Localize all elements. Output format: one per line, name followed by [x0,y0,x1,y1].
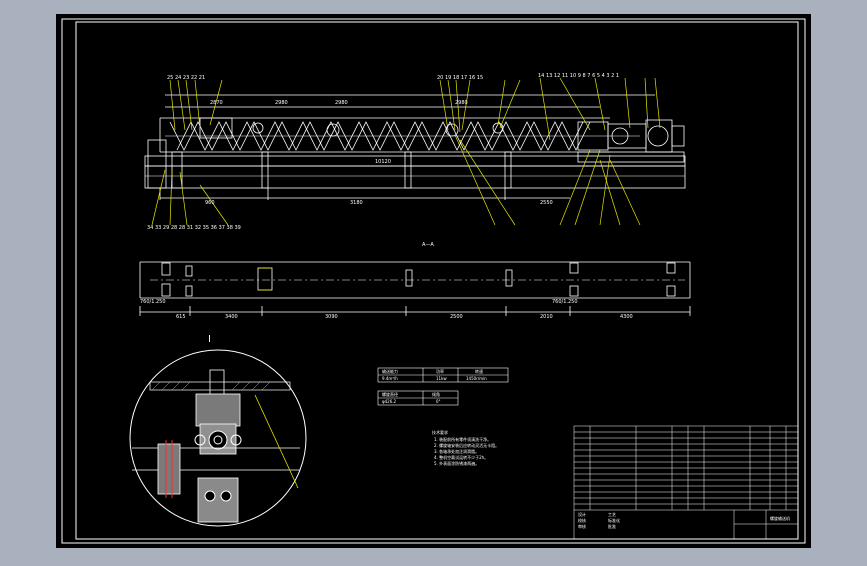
spec2-h2: 倾角 [432,391,440,397]
part-numbers-right: 14 13 12 11 10 9 8 7 6 5 4 3 2 1 [538,73,619,79]
assembly-drawing: 25 24 23 22 21 20 19 18 17 16 15 14 13 1… [56,14,811,548]
dim-bottom-3: 2550 [540,200,553,206]
tb-label-6: 批准 [608,523,616,529]
dim-bottom-2: 3180 [350,200,363,206]
dim-top-1: 2870 [210,100,223,106]
dim-bottom-1: 960 [205,200,215,206]
section-label: I [208,334,211,345]
drawing-name: 螺旋输送机 [770,515,790,521]
note-1: 1. 装配前所有零件须清洗干净。 [434,436,491,442]
spec-h2: 功率 [436,368,444,374]
note-4: 4. 整机空载试运转不少于2h。 [434,454,488,460]
plan-dim-5: 2010 [540,314,553,320]
spec-v1: 9.4m³/h [382,376,398,381]
overall-length: 10120 [375,159,391,165]
note-5: 5. 外表面涂防锈漆两遍。 [434,460,479,466]
plan-dim-3: 3090 [325,314,338,320]
spec-h3: 转速 [475,368,483,374]
note-2: 2. 螺旋轴安装后应转动灵活无卡阻。 [434,442,499,448]
part-numbers-left: 25 24 23 22 21 [167,75,205,81]
tb-label-4: 工艺 [608,512,616,517]
tb-label-1: 设计 [578,511,586,517]
spec-v2: 11kw [436,376,447,381]
dim-top-2: 2980 [275,100,288,106]
spec2-v2: 0° [436,399,441,404]
spec2-v1: φ426.2 [382,399,397,404]
plan-dim-1: 615 [176,314,186,320]
view-label: A—A [422,242,434,248]
notes-heading: 技术要求 [432,429,448,435]
part-numbers-bottom: 34 33 29 28 28 31 32 35 36 37 38 39 [147,225,241,231]
plan-right-note: 760/1.250 [552,299,578,305]
plan-dim-2: 3400 [225,314,238,320]
plan-dim-4: 2500 [450,314,463,320]
spec2-h1: 螺旋直径 [382,391,398,397]
tb-label-3: 审核 [578,523,586,529]
cad-drawing-viewer: 25 24 23 22 21 20 19 18 17 16 15 14 13 1… [0,0,867,562]
spec-h1: 输送能力 [382,368,398,374]
tb-label-2: 校核 [578,517,586,523]
plan-left-note: 760/1.250 [140,299,166,305]
dim-top-3: 2980 [335,100,348,106]
plan-dim-6: 4300 [620,314,633,320]
note-3: 3. 各轴承处加注润滑脂。 [434,448,479,454]
tb-label-5: 标准化 [608,517,620,523]
dim-top-4: 2980 [455,100,468,106]
spec-v3: 1450r/min [466,376,487,381]
part-numbers-middle: 20 19 18 17 16 15 [437,75,483,81]
